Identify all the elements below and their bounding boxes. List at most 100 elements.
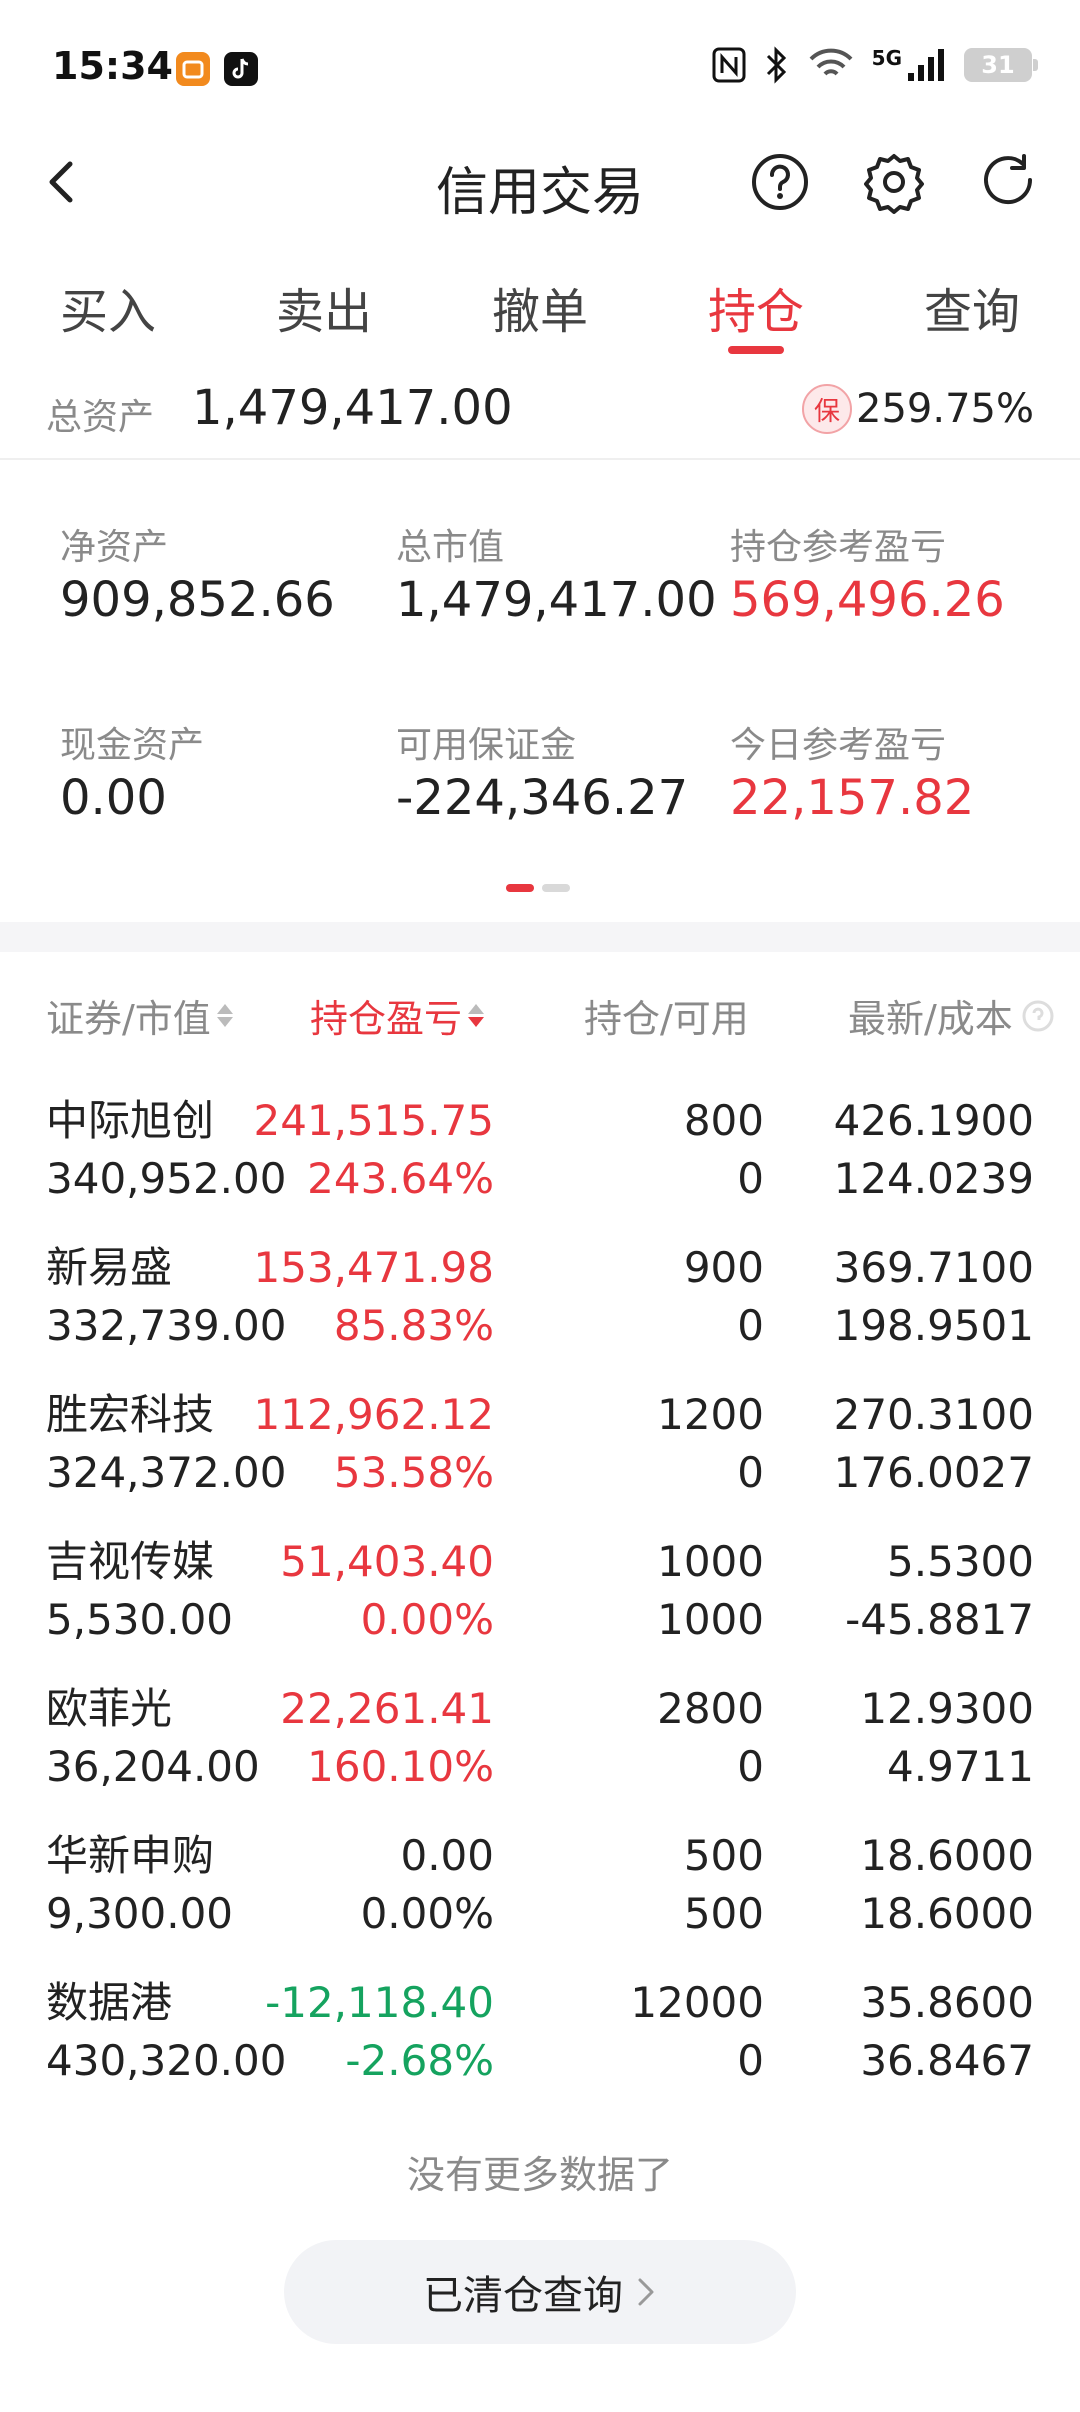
last-price: 369.7100 — [833, 1243, 1034, 1292]
market-value: 430,320.00 — [46, 2036, 287, 2085]
help-button[interactable] — [748, 150, 812, 214]
page-indicator — [506, 884, 570, 892]
market-value: 340,952.00 — [46, 1154, 287, 1203]
page-dot — [542, 884, 570, 892]
battery-level: 31 — [981, 51, 1015, 79]
header-pnl-label: 持仓盈亏 — [310, 997, 463, 1041]
refresh-icon — [984, 154, 1033, 205]
no-more-data: 没有更多数据了 — [406, 2153, 673, 2197]
total-assets-value: 1,479,417.00 — [192, 380, 513, 436]
market-value: 324,372.00 — [46, 1448, 287, 1497]
available-qty: 0 — [737, 1154, 764, 1203]
available-margin-value: -224,346.27 — [396, 770, 689, 826]
pnl-percent: 243.64% — [307, 1154, 494, 1203]
tab-cancel-order[interactable]: 撤单 — [492, 272, 588, 342]
tab-buy[interactable]: 买入 — [60, 272, 156, 342]
pnl-percent: 85.83% — [333, 1301, 494, 1350]
pnl-amount: 51,403.40 — [280, 1537, 494, 1586]
position-row[interactable]: 中际旭创 340,952.00 241,515.75 243.64% 800 0… — [0, 1092, 1080, 1238]
stock-name: 胜宏科技 — [46, 1390, 215, 1439]
cost-price: -45.8817 — [845, 1595, 1034, 1644]
active-tab-indicator — [728, 346, 784, 354]
hold-qty: 2800 — [657, 1684, 764, 1733]
pnl-percent: 160.10% — [307, 1742, 494, 1791]
settings-button[interactable] — [862, 150, 926, 214]
net-assets-label: 净资产 — [60, 527, 169, 568]
pnl-percent: 53.58% — [333, 1448, 494, 1497]
hold-qty: 500 — [683, 1831, 764, 1880]
position-row[interactable]: 胜宏科技 324,372.00 112,962.12 53.58% 1200 0… — [0, 1386, 1080, 1532]
pnl-amount: 153,471.98 — [253, 1243, 494, 1292]
available-qty: 0 — [737, 1448, 764, 1497]
market-value: 36,204.00 — [46, 1742, 260, 1791]
cost-price: 36.8467 — [860, 2036, 1034, 2085]
pnl-amount: 241,515.75 — [253, 1096, 494, 1145]
header-security-label: 证券/市值 — [46, 997, 211, 1041]
cleared-positions-label: 已清仓查询 — [423, 2273, 623, 2319]
pnl-amount: 22,261.41 — [280, 1684, 494, 1733]
last-price: 18.6000 — [860, 1831, 1034, 1880]
header-hold-available: 持仓/可用 — [584, 988, 749, 1043]
header-hold-label: 持仓/可用 — [584, 997, 749, 1041]
position-pnl-value: 569,496.26 — [730, 572, 1005, 628]
market-value: 9,300.00 — [46, 1889, 234, 1938]
battery-icon: 31 — [964, 48, 1038, 82]
status-bar: 15:34 5G 31 — [0, 0, 1080, 140]
market-value: 5,530.00 — [46, 1595, 234, 1644]
position-row[interactable]: 吉视传媒 5,530.00 51,403.40 0.00% 1000 1000 … — [0, 1533, 1080, 1679]
cleared-positions-button[interactable]: 已清仓查询 — [284, 2240, 796, 2344]
refresh-button[interactable] — [976, 150, 1040, 214]
available-qty: 0 — [737, 1301, 764, 1350]
last-price: 5.5300 — [887, 1537, 1034, 1586]
position-row[interactable]: 数据港 430,320.00 -12,118.40 -2.68% 12000 0… — [0, 1974, 1080, 2120]
margin-badge[interactable]: 保 — [802, 384, 852, 434]
hold-qty: 900 — [683, 1243, 764, 1292]
cost-price: 176.0027 — [833, 1448, 1034, 1497]
market-value-value: 1,479,417.00 — [396, 572, 717, 628]
header-last-label: 最新/成本 — [848, 997, 1013, 1041]
stock-name: 数据港 — [46, 1978, 173, 2027]
pnl-percent: -2.68% — [345, 2036, 494, 2085]
bluetooth-icon — [766, 46, 786, 84]
available-qty: 0 — [737, 1742, 764, 1791]
header-security-sort[interactable]: 证券/市值 — [46, 988, 233, 1043]
notification-app-icon — [176, 52, 210, 86]
info-icon[interactable] — [1021, 999, 1055, 1033]
header-last-cost: 最新/成本 — [848, 988, 1055, 1043]
signal-icon — [908, 49, 944, 81]
position-row[interactable]: 欧菲光 36,204.00 22,261.41 160.10% 2800 0 1… — [0, 1680, 1080, 1826]
hold-qty: 800 — [683, 1096, 764, 1145]
position-pnl-label: 持仓参考盈亏 — [730, 527, 947, 568]
sort-desc-icon — [468, 1004, 485, 1027]
hold-qty: 1200 — [657, 1390, 764, 1439]
sort-icon — [216, 1004, 233, 1027]
stock-name: 华新申购 — [46, 1831, 215, 1880]
cost-price: 124.0239 — [833, 1154, 1034, 1203]
tab-positions[interactable]: 持仓 — [708, 272, 804, 342]
status-time: 15:34 — [52, 44, 173, 88]
pnl-amount: 112,962.12 — [253, 1390, 494, 1439]
pnl-percent: 0.00% — [360, 1889, 494, 1938]
stock-name: 吉视传媒 — [46, 1537, 215, 1586]
position-row[interactable]: 新易盛 332,739.00 153,471.98 85.83% 900 0 3… — [0, 1239, 1080, 1385]
nfc-icon — [712, 47, 746, 83]
hold-qty: 1000 — [657, 1537, 764, 1586]
last-price: 35.8600 — [860, 1978, 1034, 2027]
tab-sell[interactable]: 卖出 — [276, 272, 372, 342]
cost-price: 198.9501 — [833, 1301, 1034, 1350]
section-separator — [0, 922, 1080, 952]
position-row[interactable]: 华新申购 9,300.00 0.00 0.00% 500 500 18.6000… — [0, 1827, 1080, 1973]
cost-price: 4.9711 — [887, 1742, 1034, 1791]
header-pnl-sort[interactable]: 持仓盈亏 — [310, 988, 485, 1043]
pnl-amount: -12,118.40 — [265, 1978, 494, 2027]
last-price: 426.1900 — [833, 1096, 1034, 1145]
market-value: 332,739.00 — [46, 1301, 287, 1350]
today-pnl-value: 22,157.82 — [730, 770, 975, 826]
margin-badge-text: 保 — [813, 396, 840, 427]
pnl-amount: 0.00 — [400, 1831, 494, 1880]
stock-name: 新易盛 — [46, 1243, 173, 1292]
chevron-right-icon — [638, 2278, 654, 2306]
tab-query[interactable]: 查询 — [924, 272, 1020, 342]
available-margin-label: 可用保证金 — [396, 725, 577, 766]
wifi-icon — [809, 48, 853, 76]
